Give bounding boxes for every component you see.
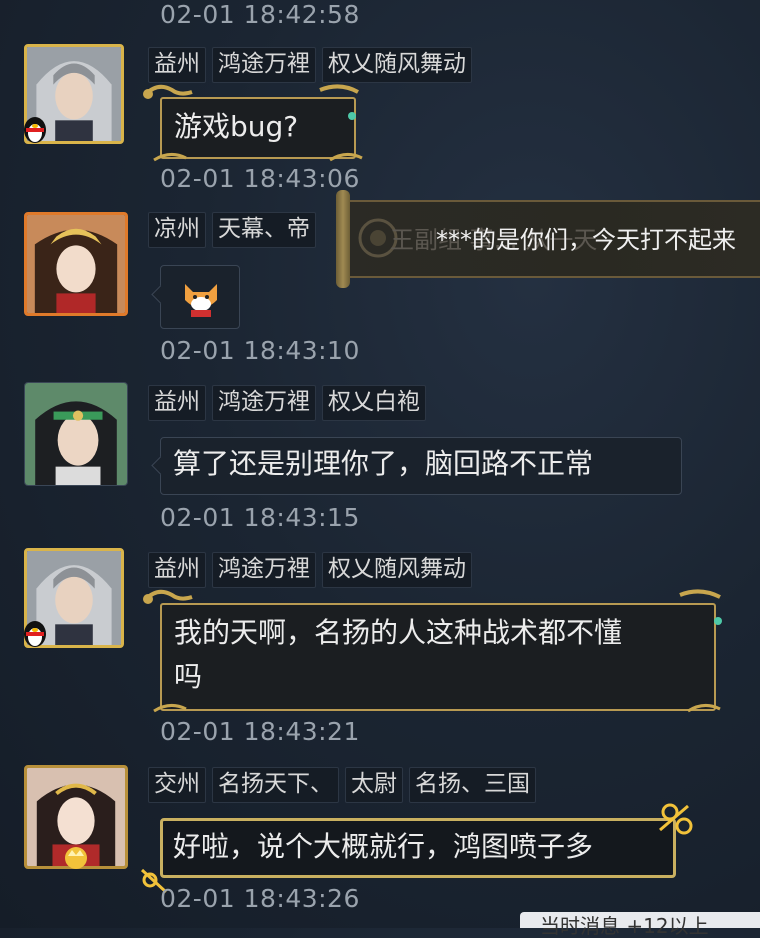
scissors-ornament-icon [140, 803, 693, 894]
tag-username[interactable]: 权乂随风舞动 [322, 47, 472, 83]
fox-sticker-icon [185, 284, 217, 317]
gold-crown-badge-icon [65, 847, 87, 869]
tag-region: 益州 [148, 385, 206, 421]
message-bubble[interactable]: 算了还是别理你了，脑回路不正常 [160, 437, 682, 495]
message-text: 算了还是别理你了，脑回路不正常 [173, 447, 594, 480]
tag-guild: 鸿途万裡 [212, 385, 316, 421]
user-tags: 益州 鸿途万裡 权乂白袍 [148, 385, 426, 421]
tag-username[interactable]: 名扬、三国 [409, 767, 536, 803]
avatar-portrait-green-headband [25, 383, 127, 485]
tag-guild: 鸿途万裡 [212, 552, 316, 588]
tag-region: 凉州 [148, 212, 206, 248]
new-messages-text[interactable]: 当时消息 +12以上 [540, 916, 709, 936]
tag-region: 益州 [148, 47, 206, 83]
message-timestamp: 02-01 18:43:26 [160, 884, 360, 913]
scroll-handle-icon [336, 190, 350, 288]
qq-penguin-icon [24, 117, 46, 143]
message-timestamp: 02-01 18:43:21 [160, 717, 360, 746]
tag-guild: 天幕、帝 [212, 212, 316, 248]
avatar-portrait-golden-headdress [27, 215, 125, 313]
message-timestamp: 02-01 18:42:58 [160, 0, 360, 29]
avatar[interactable] [24, 212, 128, 316]
bubble-ornament-icon [143, 589, 722, 713]
message-timestamp: 02-01 18:43:06 [160, 164, 360, 193]
user-tags: 益州 鸿途万裡 权乂随风舞动 [148, 47, 472, 83]
tag-username[interactable]: 权乂随风舞动 [322, 552, 472, 588]
user-tags: 交州 名扬天下、 太尉 名扬、三国 [148, 767, 536, 803]
tag-guild: 名扬天下、 [212, 767, 339, 803]
banner-text: ***的是你们，今天打不起来 [436, 226, 736, 254]
tag-title: 太尉 [345, 767, 403, 803]
bubble-ornament-icon [143, 84, 363, 162]
qq-penguin-icon [24, 621, 46, 647]
message-timestamp: 02-01 18:43:10 [160, 336, 360, 365]
scrolling-announcement-banner[interactable]: 王副组 事… 从一天 ***的是你们，今天打不起来 [336, 190, 760, 288]
tag-username[interactable]: 权乂白袍 [322, 385, 426, 421]
tag-region: 交州 [148, 767, 206, 803]
user-tags: 凉州 天幕、帝 [148, 212, 316, 248]
sticker-bubble[interactable] [160, 265, 240, 329]
tag-guild: 鸿途万裡 [212, 47, 316, 83]
tag-region: 益州 [148, 552, 206, 588]
user-tags: 益州 鸿途万裡 权乂随风舞动 [148, 552, 472, 588]
avatar[interactable] [24, 382, 128, 486]
message-timestamp: 02-01 18:43:15 [160, 503, 360, 532]
